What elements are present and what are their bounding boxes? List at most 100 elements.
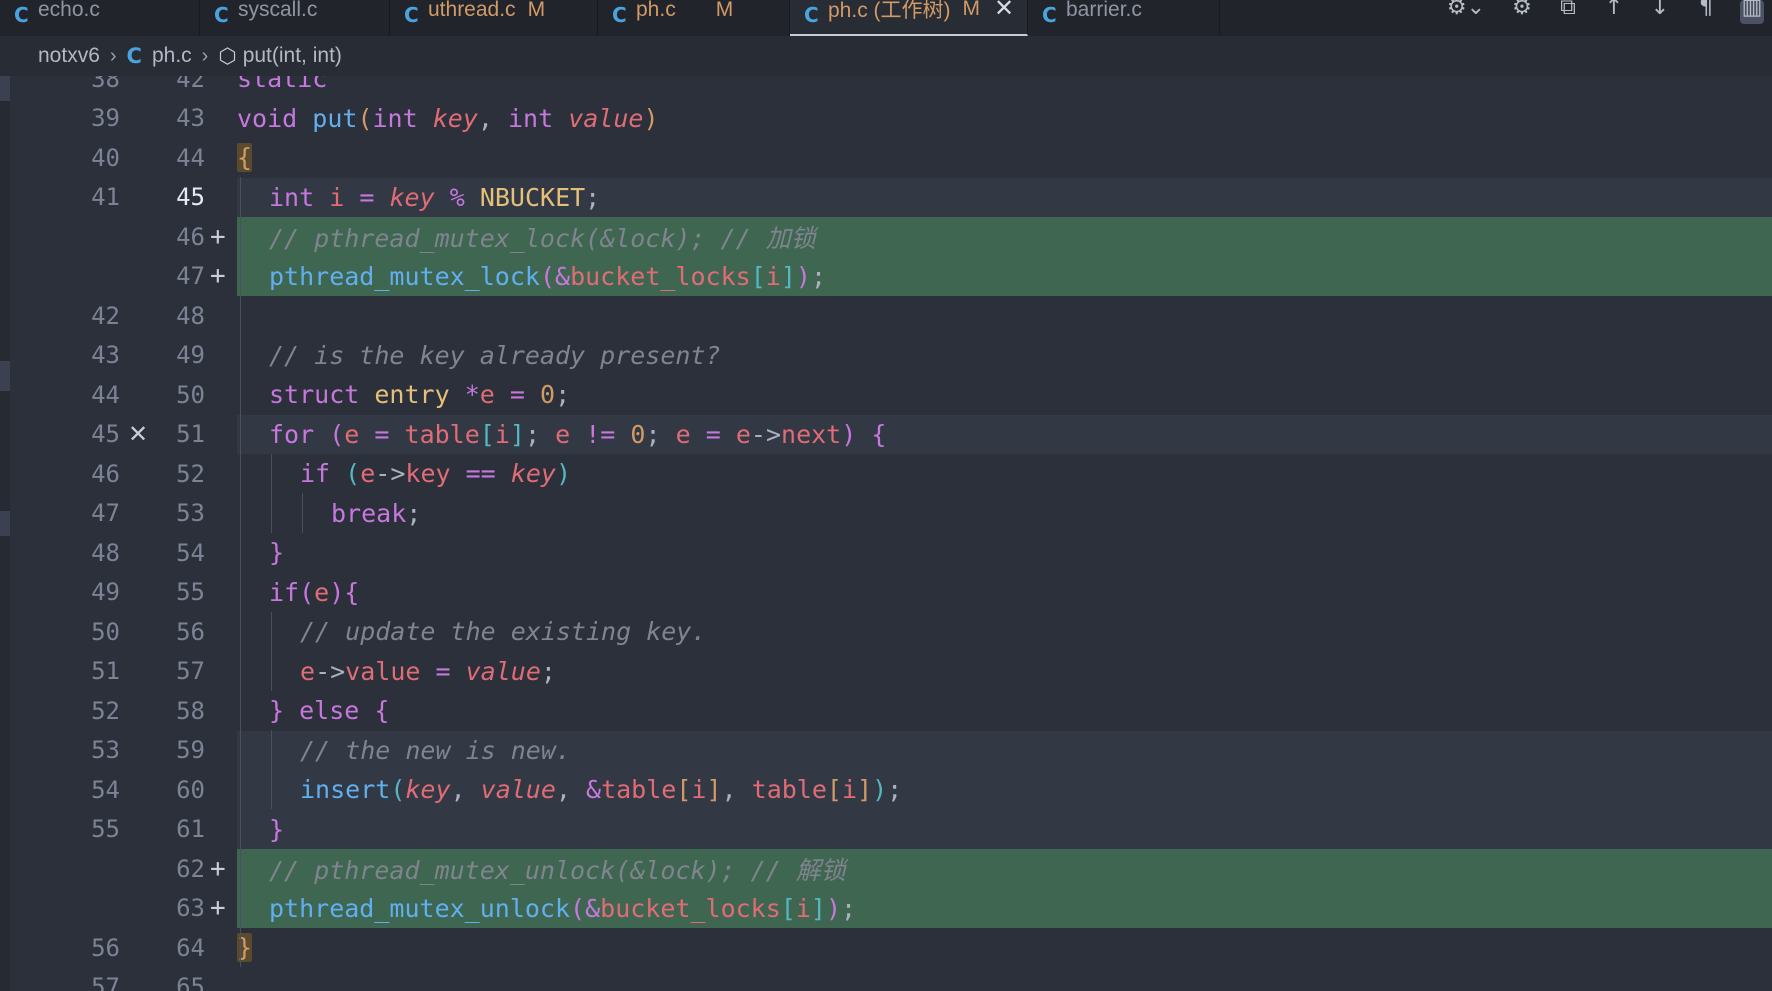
new-line-number: 53 <box>176 499 205 528</box>
code-text: int i = key % NBUCKET; <box>269 182 601 212</box>
book-icon[interactable]: ▥ <box>1740 0 1764 24</box>
close-icon[interactable]: ✕ <box>994 0 1014 23</box>
old-line-number: 57 <box>91 973 120 991</box>
breadcrumb-symbol[interactable]: put(int, int) <box>243 44 342 68</box>
code-text: } <box>269 538 285 568</box>
modified-badge: M <box>715 0 734 21</box>
indent-guide <box>271 612 272 691</box>
added-marker: + <box>210 261 226 292</box>
code-text: // the new is new. <box>300 735 571 765</box>
indent-guide <box>302 493 303 533</box>
tab-uthread-c[interactable]: C uthread.c M <box>390 0 598 36</box>
new-line-number: 63 <box>176 894 205 923</box>
code-text: pthread_mutex_lock(&bucket_locks[i]); <box>269 261 826 291</box>
code-line-added: 62 + // pthread_mutex_unlock(&lock); // … <box>0 849 1772 889</box>
debug-icon[interactable]: ⚙⌄ <box>1444 0 1488 24</box>
code-line: 48 54 } <box>0 533 1772 573</box>
old-line-number: 41 <box>91 183 120 212</box>
c-file-icon: C <box>14 3 29 27</box>
old-line-number: 40 <box>91 143 120 172</box>
code-line-added: 46 + // pthread_mutex_lock(&lock); // 加锁 <box>0 217 1772 257</box>
code-text: } <box>269 814 285 844</box>
breadcrumb: notxv6 › C ph.c › ⬡ put(int, int) <box>0 36 1772 76</box>
code-line-highlight: 53 59 // the new is new. <box>0 730 1772 771</box>
code-line: 46 52 if (e->key == key) <box>0 454 1772 494</box>
code-text: struct entry *e = 0; <box>269 380 571 410</box>
c-file-icon: C <box>126 44 142 68</box>
old-line-number: 51 <box>91 657 120 686</box>
tab-label: syscall.c <box>238 0 318 21</box>
modified-badge: M <box>527 0 546 21</box>
new-line-number: 58 <box>176 696 205 725</box>
indent-guide <box>271 730 272 809</box>
code-line: 56 64 } <box>0 928 1772 968</box>
tab-barrier-c[interactable]: C barrier.c <box>1028 0 1220 36</box>
old-line-number: 52 <box>91 696 120 725</box>
tab-label: barrier.c <box>1066 0 1142 21</box>
code-line-added: 63 + pthread_mutex_unlock(&bucket_locks[… <box>0 888 1772 929</box>
modified-badge: M <box>962 0 981 20</box>
breadcrumb-file[interactable]: ph.c <box>152 44 192 68</box>
arrow-down-icon[interactable]: ↓ <box>1648 0 1672 24</box>
code-line: 52 58 } else { <box>0 691 1772 731</box>
added-marker: + <box>210 853 226 884</box>
code-line: 38 42 static <box>0 76 1772 99</box>
tab-label: uthread.c <box>428 0 516 21</box>
old-line-number: 55 <box>91 815 120 844</box>
old-line-number: 43 <box>91 341 120 370</box>
new-line-number: 50 <box>176 380 205 409</box>
gear-icon[interactable]: ⚙ <box>1510 0 1534 24</box>
breadcrumb-folder[interactable]: notxv6 <box>38 44 100 68</box>
new-line-number: 57 <box>176 657 205 686</box>
tab-label: ph.c (工作树) <box>828 0 951 22</box>
code-line: 50 56 // update the existing key. <box>0 612 1772 652</box>
new-line-number: 46 <box>176 222 205 251</box>
new-line-number: 61 <box>176 815 205 844</box>
new-line-number: 54 <box>176 538 205 567</box>
c-file-icon: C <box>804 3 819 27</box>
code-text: static <box>237 76 328 94</box>
method-icon: ⬡ <box>218 44 237 68</box>
old-line-number: 49 <box>91 578 120 607</box>
arrow-up-icon[interactable]: ↑ <box>1602 0 1626 24</box>
old-line-number: 53 <box>91 736 120 765</box>
old-line-number: 50 <box>91 617 120 646</box>
new-line-number: 51 <box>176 420 205 449</box>
new-line-number: 43 <box>176 104 205 133</box>
tab-syscall-c[interactable]: C syscall.c <box>200 0 390 36</box>
tab-ph-c[interactable]: C ph.c M <box>598 0 790 36</box>
pilcrow-icon[interactable]: ¶ <box>1694 0 1718 24</box>
chevron-right-icon: › <box>201 44 209 67</box>
code-text: // update the existing key. <box>300 617 707 647</box>
added-marker: + <box>210 893 226 924</box>
code-line-added: 47 + pthread_mutex_lock(&bucket_locks[i]… <box>0 256 1772 297</box>
old-line-number: 47 <box>91 499 120 528</box>
chevron-right-icon: › <box>109 44 117 67</box>
new-line-number: 59 <box>176 736 205 765</box>
indent-guide <box>271 454 272 533</box>
code-text: pthread_mutex_unlock(&bucket_locks[i]); <box>269 893 857 923</box>
copy-icon[interactable]: ⧉ <box>1556 0 1580 24</box>
code-line-highlight: 55 61 } <box>0 809 1772 850</box>
new-line-number: 62 <box>176 854 205 883</box>
tab-ph-c-worktree[interactable]: C ph.c (工作树) M ✕ <box>790 0 1028 36</box>
new-line-number: 64 <box>176 933 205 962</box>
code-line: 51 57 e->value = value; <box>0 652 1772 692</box>
tab-echo-c[interactable]: C echo.c <box>0 0 200 36</box>
diff-editor[interactable]: 38 42 static 39 43 void put(int key, int… <box>0 76 1772 991</box>
old-line-number: 45 <box>91 420 120 449</box>
new-line-number: 44 <box>176 143 205 172</box>
tab-label: ph.c <box>636 0 676 21</box>
code-text: // pthread_mutex_lock(&lock); // 加锁 <box>269 223 816 253</box>
code-text: // pthread_mutex_unlock(&lock); // 解锁 <box>269 855 846 885</box>
old-line-number: 54 <box>91 775 120 804</box>
c-file-icon: C <box>214 3 229 27</box>
new-line-number: 48 <box>176 301 205 330</box>
code-line: 44 50 struct entry *e = 0; <box>0 375 1772 415</box>
code-line: 39 43 void put(int key, int value) <box>0 99 1772 139</box>
code-text: } else { <box>269 696 390 726</box>
old-line-number: 39 <box>91 104 120 133</box>
code-text: e->value = value; <box>300 656 556 686</box>
old-line-number: 38 <box>91 76 120 93</box>
new-line-number: 52 <box>176 459 205 488</box>
